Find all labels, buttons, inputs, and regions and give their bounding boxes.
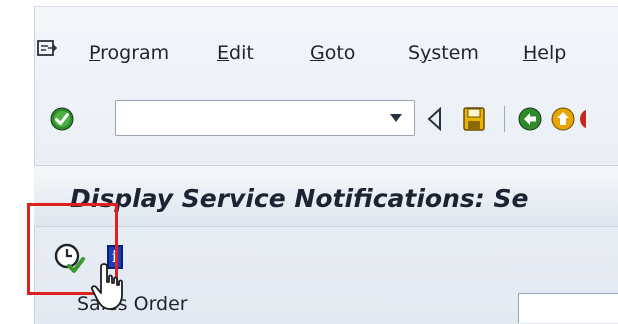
standard-toolbar [34, 96, 618, 142]
save-icon[interactable] [462, 106, 486, 132]
dropdown-arrow-icon[interactable] [389, 113, 403, 123]
toolbar-separator [504, 106, 505, 132]
title-bar: Display Service Notifications: Se [34, 165, 618, 227]
ok-check-icon[interactable] [50, 107, 74, 131]
menu-goto[interactable]: Goto [310, 42, 355, 64]
menu-program[interactable]: Program [89, 42, 169, 64]
menu-icon[interactable] [36, 38, 58, 60]
menu-bar: Program Edit Goto System Help [34, 36, 618, 76]
command-field[interactable] [115, 100, 415, 136]
menu-help[interactable]: Help [523, 42, 566, 64]
back-triangle-icon[interactable] [426, 106, 444, 132]
menu-edit[interactable]: Edit [217, 42, 254, 64]
mouse-pointer-icon [90, 263, 123, 310]
exit-icon[interactable] [551, 106, 575, 132]
menu-system[interactable]: System [408, 42, 479, 64]
page-title: Display Service Notifications: Se [70, 184, 529, 213]
sales-order-input[interactable] [518, 293, 618, 323]
cancel-icon-partial[interactable] [580, 106, 586, 132]
back-green-icon[interactable] [518, 106, 542, 132]
